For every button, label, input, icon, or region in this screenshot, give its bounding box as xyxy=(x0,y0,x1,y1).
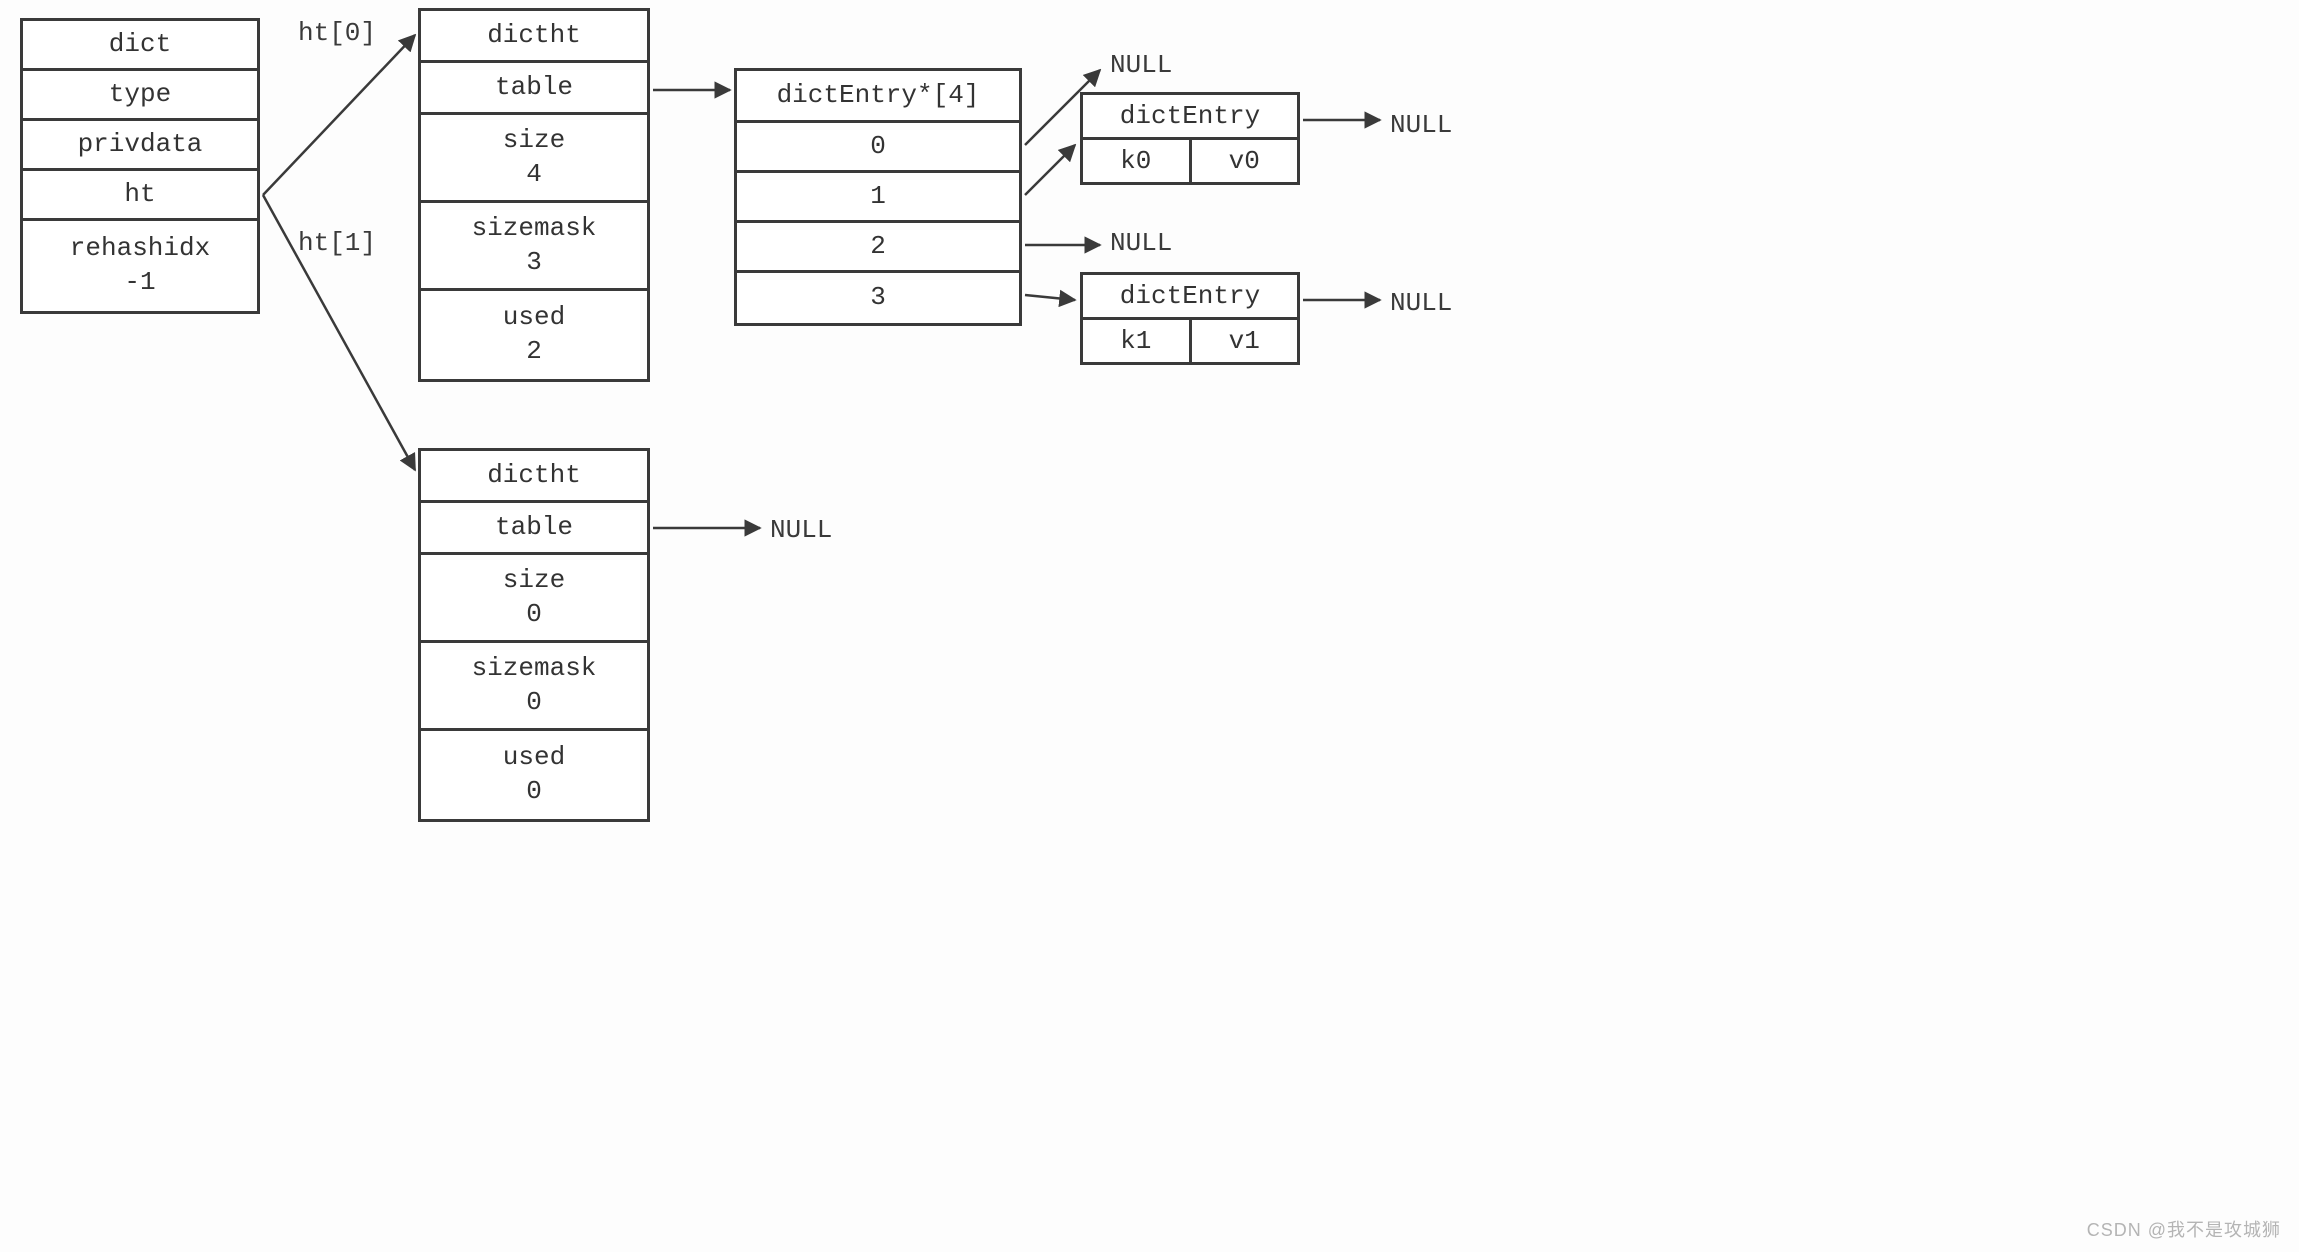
dict-field-privdata: privdata xyxy=(23,121,257,171)
entry0-title: dictEntry xyxy=(1083,95,1297,140)
sizemask1-value: 0 xyxy=(526,686,542,720)
entry0-value: v0 xyxy=(1192,140,1298,182)
dict-field-ht: ht xyxy=(23,171,257,221)
sizemask-label: sizemask xyxy=(472,212,597,246)
dictht0-size: size 4 xyxy=(421,115,647,203)
entry1-value: v1 xyxy=(1192,320,1298,362)
size-label: size xyxy=(503,124,565,158)
dict-entry-1: dictEntry k1 v1 xyxy=(1080,272,1300,365)
size1-label: size xyxy=(503,564,565,598)
dict-field-rehashidx: rehashidx -1 xyxy=(23,221,257,311)
dict-struct: dict type privdata ht rehashidx -1 xyxy=(20,18,260,314)
dictht0-title: dictht xyxy=(421,11,647,63)
sizemask-value: 3 xyxy=(526,246,542,280)
size-value: 4 xyxy=(526,158,542,192)
entry-slot-2: 2 xyxy=(737,223,1019,273)
null-ht1-table: NULL xyxy=(770,515,832,545)
size1-value: 0 xyxy=(526,598,542,632)
null-entry1-next: NULL xyxy=(1390,288,1452,318)
used-label: used xyxy=(503,301,565,335)
dictht1-table: table xyxy=(421,503,647,555)
used1-value: 0 xyxy=(526,775,542,809)
null-entry0-next: NULL xyxy=(1390,110,1452,140)
rehashidx-label: rehashidx xyxy=(70,232,210,266)
dictht0-sizemask: sizemask 3 xyxy=(421,203,647,291)
ht1-label: ht[1] xyxy=(298,228,376,258)
dictht0-table: table xyxy=(421,63,647,115)
dictht1-struct: dictht table size 0 sizemask 0 used 0 xyxy=(418,448,650,822)
watermark: CSDN @我不是攻城狮 xyxy=(2087,1216,2281,1242)
entry-slot-3: 3 xyxy=(737,273,1019,323)
dictht0-used: used 2 xyxy=(421,291,647,379)
used1-label: used xyxy=(503,741,565,775)
dict-title: dict xyxy=(23,21,257,71)
entry0-key: k0 xyxy=(1083,140,1192,182)
entry-array-title: dictEntry*[4] xyxy=(737,71,1019,123)
entry1-title: dictEntry xyxy=(1083,275,1297,320)
entry-slot-0: 0 xyxy=(737,123,1019,173)
entry1-key: k1 xyxy=(1083,320,1192,362)
dictht0-struct: dictht table size 4 sizemask 3 used 2 xyxy=(418,8,650,382)
dictht1-used: used 0 xyxy=(421,731,647,819)
used-value: 2 xyxy=(526,335,542,369)
entry-array: dictEntry*[4] 0 1 2 3 xyxy=(734,68,1022,326)
ht0-label: ht[0] xyxy=(298,18,376,48)
dict-entry-0: dictEntry k0 v0 xyxy=(1080,92,1300,185)
dictht1-title: dictht xyxy=(421,451,647,503)
dictht1-size: size 0 xyxy=(421,555,647,643)
null-slot0: NULL xyxy=(1110,50,1172,80)
arrows-layer xyxy=(0,0,2299,1252)
rehashidx-value: -1 xyxy=(124,266,155,300)
sizemask1-label: sizemask xyxy=(472,652,597,686)
dictht1-sizemask: sizemask 0 xyxy=(421,643,647,731)
null-slot2: NULL xyxy=(1110,228,1172,258)
entry-slot-1: 1 xyxy=(737,173,1019,223)
dict-field-type: type xyxy=(23,71,257,121)
